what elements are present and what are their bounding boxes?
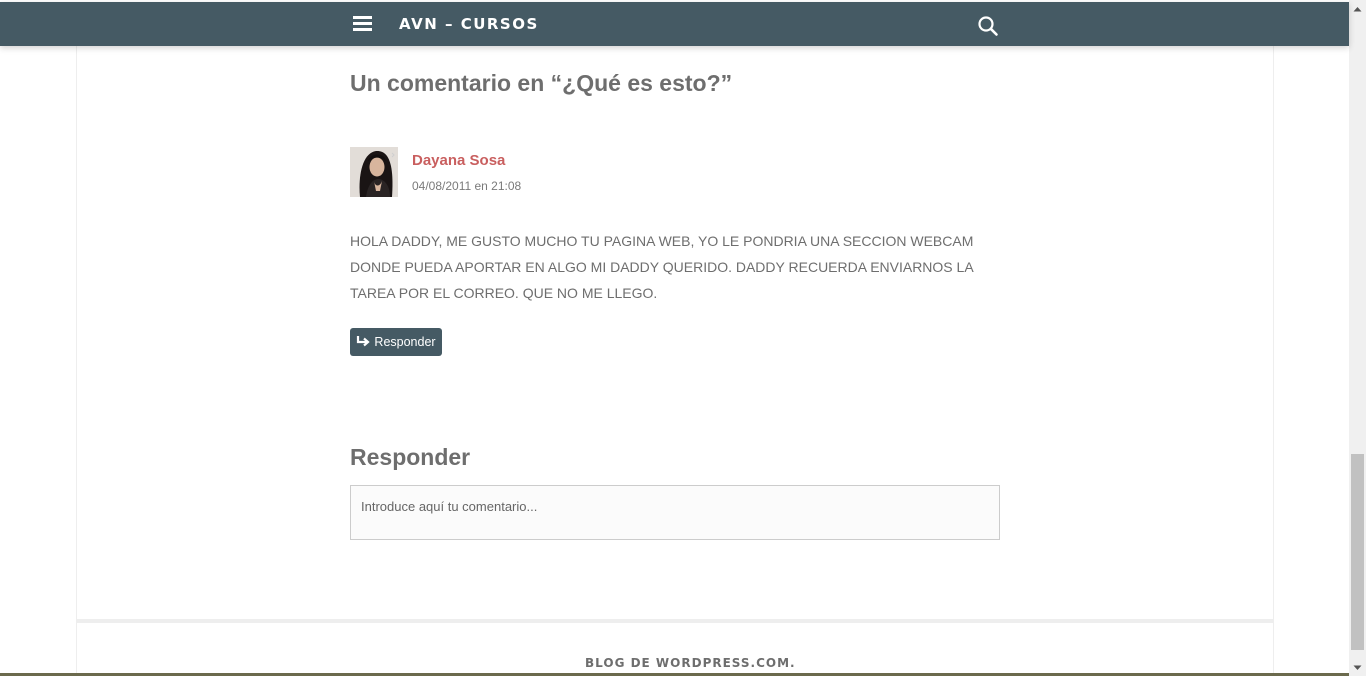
reply-arrow-icon [356,335,371,350]
reply-button[interactable]: Responder [350,328,442,356]
comment-author-link[interactable]: Dayana Sosa [412,152,505,169]
comment-body: HOLA DADDY, ME GUSTO MUCHO TU PAGINA WEB… [350,233,974,301]
comment-date[interactable]: 04/08/2011 en 21:08 [412,179,521,193]
hamburger-menu-icon[interactable] [353,16,372,32]
avatar[interactable] [350,147,398,197]
reply-button-label: Responder [374,335,436,349]
top-navigation-bar: AVN – CURSOS [0,2,1349,46]
scroll-down-arrow-icon[interactable] [1349,659,1366,676]
comments-title: Un comentario en “¿Qué es esto?” [350,70,733,96]
site-title[interactable]: AVN – CURSOS [399,15,539,33]
comment-textarea[interactable] [350,485,1000,540]
scroll-up-arrow-icon[interactable] [1349,0,1366,17]
footer-wordpress-link[interactable]: BLOG DE WORDPRESS.COM. [585,656,796,670]
reply-form-title: Responder [350,444,471,470]
scrollbar-thumb[interactable] [1351,454,1364,650]
search-icon[interactable] [977,15,999,37]
vertical-scrollbar[interactable] [1349,0,1366,676]
